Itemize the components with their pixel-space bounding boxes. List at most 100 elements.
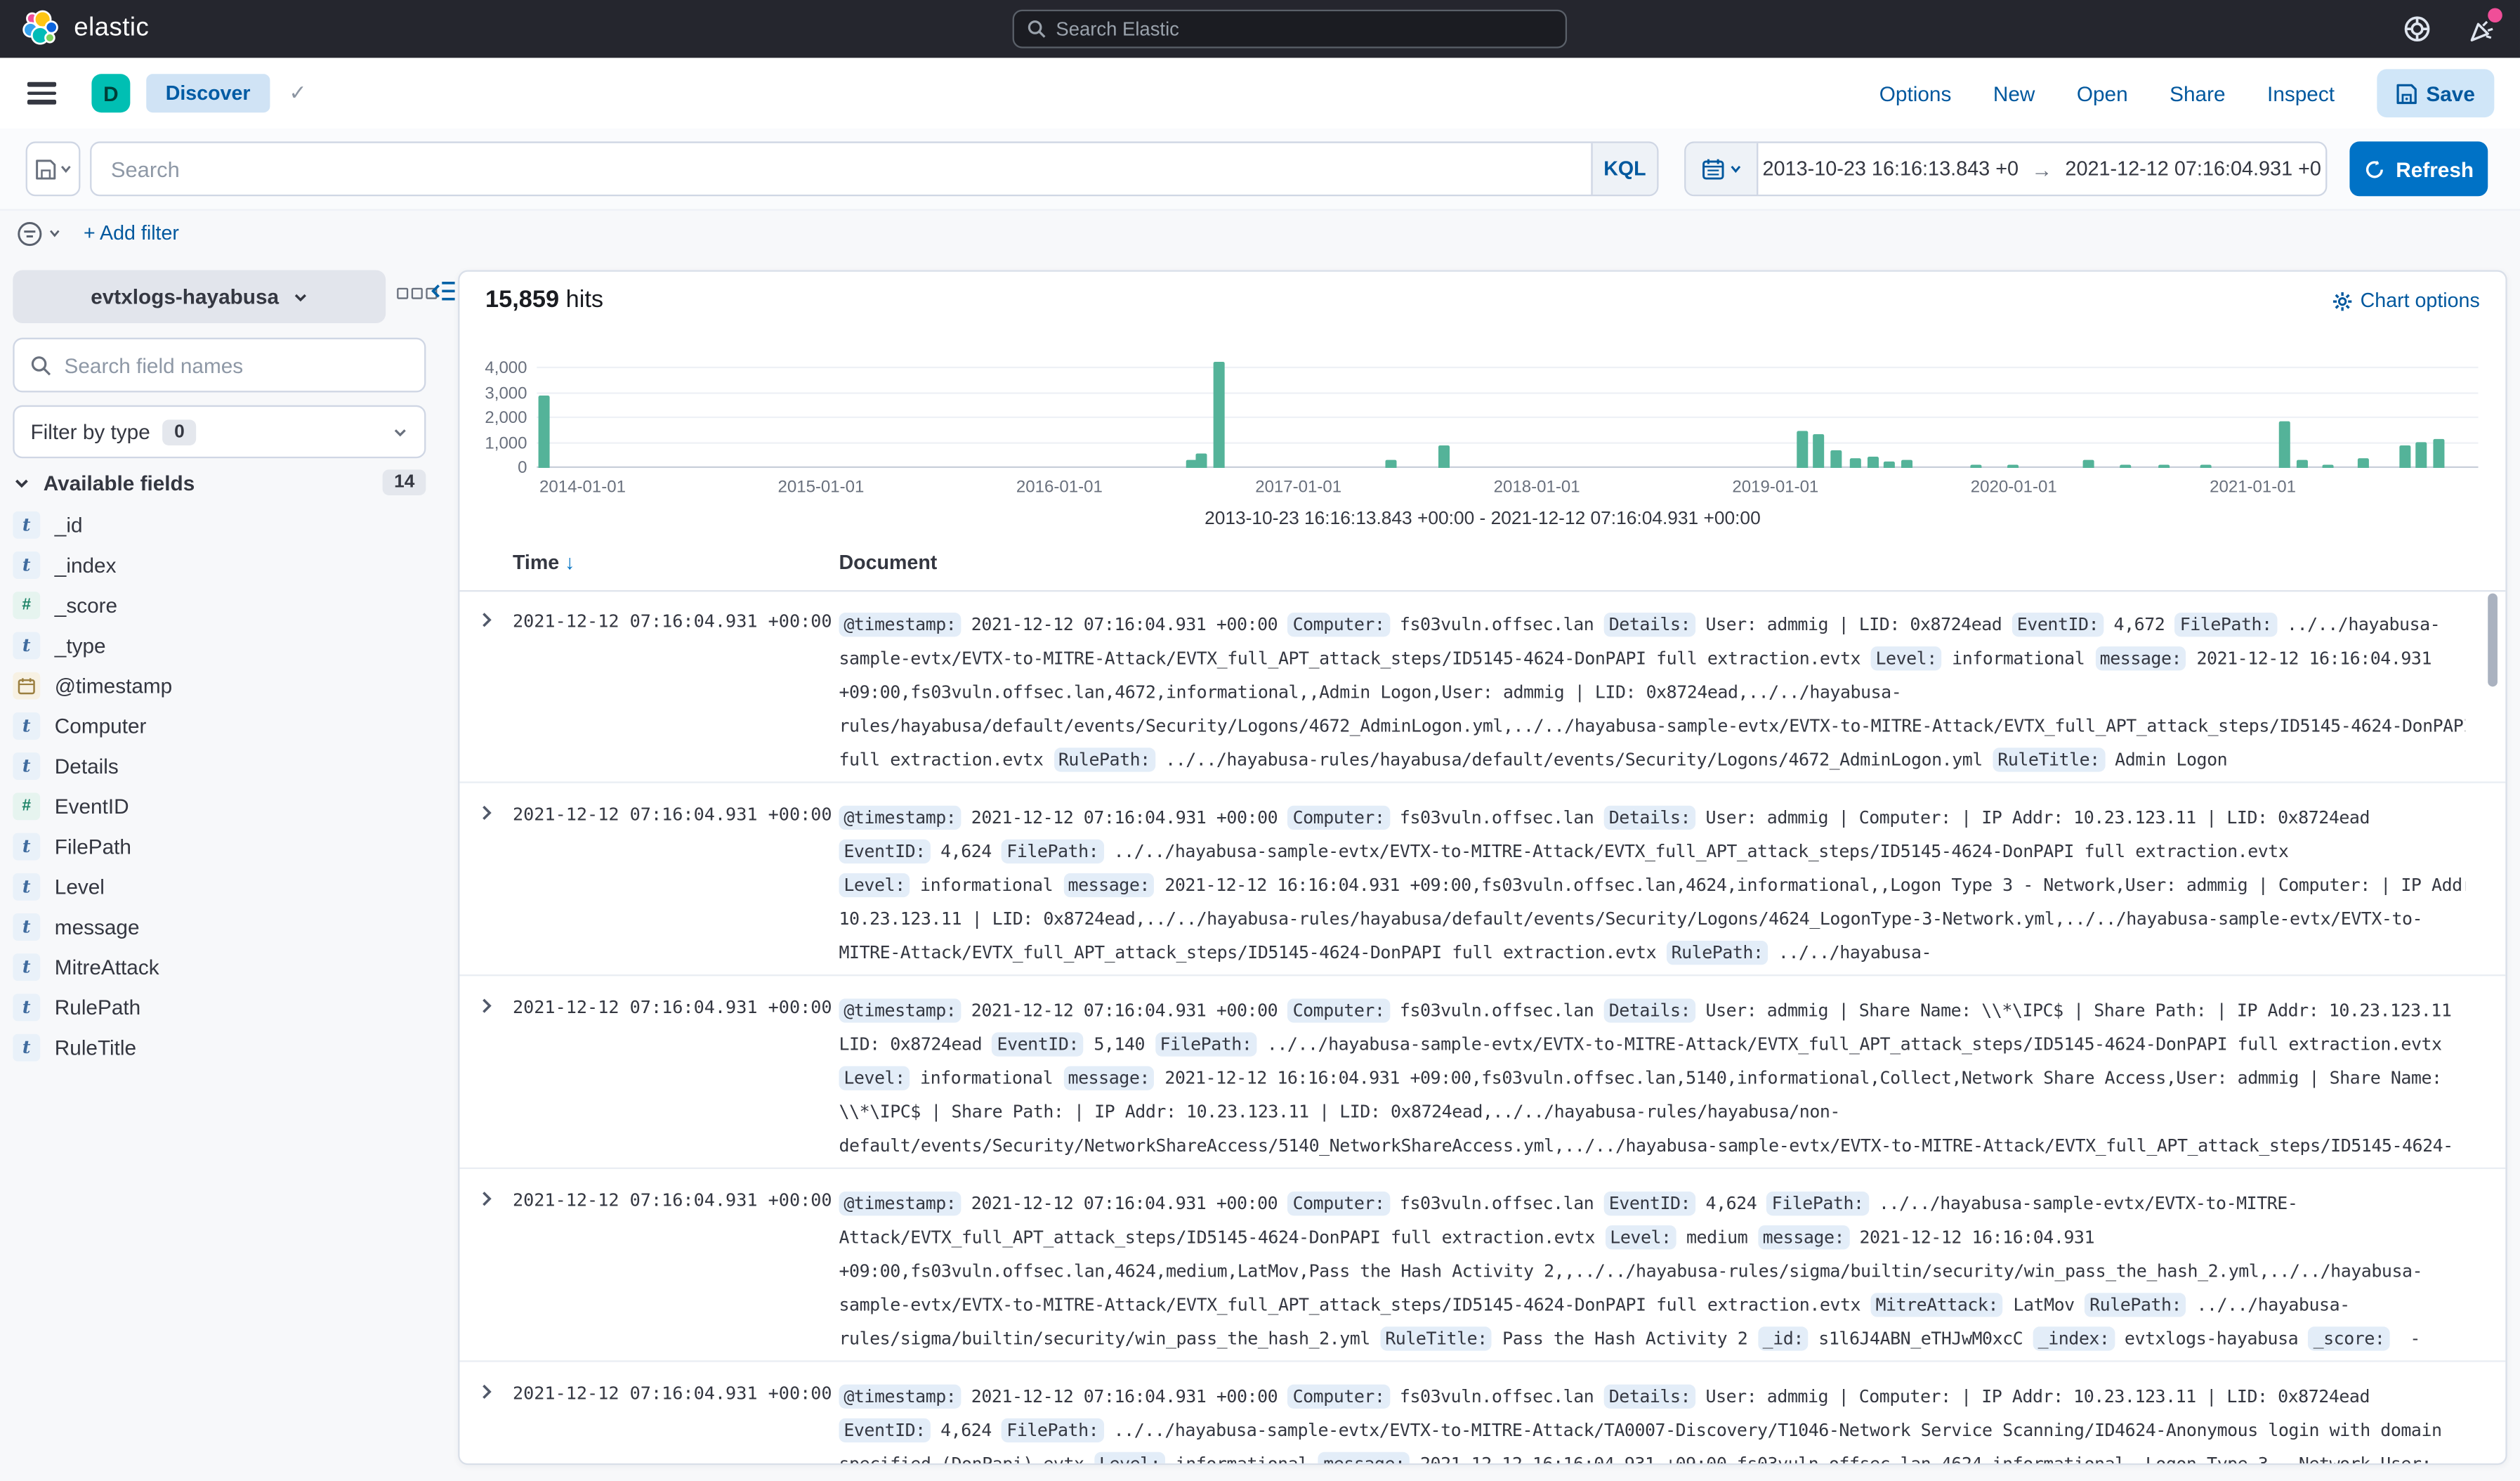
query-language-kql-button[interactable]: KQL	[1591, 143, 1657, 195]
field-item-@timestamp[interactable]: @timestamp	[13, 666, 426, 706]
expand-row-icon[interactable]	[478, 1383, 495, 1400]
histogram-bar[interactable]	[2358, 457, 2369, 468]
field-item-Details[interactable]: tDetails	[13, 746, 426, 786]
histogram-bar[interactable]	[2398, 445, 2410, 468]
histogram-bar[interactable]	[2082, 460, 2094, 468]
help-icon[interactable]	[2403, 15, 2432, 44]
chevron-down-icon[interactable]	[48, 227, 61, 240]
document-cell[interactable]: @timestamp: 2021-12-12 07:16:04.931 +00:…	[839, 1187, 2465, 1355]
histogram-bar[interactable]	[2119, 464, 2130, 468]
x-axis-tick: 2019-01-01	[1732, 478, 1818, 497]
whats-new-icon[interactable]	[2467, 13, 2497, 44]
field-name-pill: message:	[1758, 1225, 1849, 1249]
field-item-FilePath[interactable]: tFilePath	[13, 826, 426, 866]
histogram-bar[interactable]	[1970, 464, 1981, 468]
expand-row-icon[interactable]	[478, 1190, 495, 1208]
table-row: 2021-12-12 07:16:04.931 +00:00 @timestamp…	[459, 590, 2505, 783]
time-cell: 2021-12-12 07:16:04.931 +00:00	[513, 997, 832, 1018]
field-name: message	[55, 915, 140, 939]
add-filter-button[interactable]: + Add filter	[84, 222, 179, 244]
date-end-value[interactable]: 2021-12-12 07:16:04.931 +0	[2065, 157, 2321, 180]
histogram-bar[interactable]	[1438, 445, 1449, 468]
expand-row-icon[interactable]	[478, 804, 495, 821]
menu-icon[interactable]	[27, 82, 56, 104]
histogram-bar[interactable]	[1212, 361, 1223, 468]
filter-by-type-button[interactable]: Filter by type 0	[13, 405, 426, 459]
chart-options-button[interactable]: Chart options	[2331, 289, 2479, 312]
histogram-bar[interactable]	[1813, 434, 1824, 468]
field-item-Computer[interactable]: tComputer	[13, 706, 426, 746]
histogram-bar[interactable]	[2416, 442, 2427, 468]
refresh-button[interactable]: Refresh	[2349, 141, 2488, 196]
date-start-value[interactable]: 2013-10-23 16:16:13.843 +0	[1763, 157, 2019, 180]
histogram-bar[interactable]	[2007, 464, 2018, 468]
field-name: RuleTitle	[55, 1036, 136, 1059]
index-pattern-switcher[interactable]: evtxlogs-hayabusa	[13, 270, 386, 324]
field-item-message[interactable]: tmessage	[13, 907, 426, 947]
field-name-pill: Computer:	[1288, 998, 1390, 1022]
field-item-_score[interactable]: #_score	[13, 585, 426, 625]
document-cell[interactable]: @timestamp: 2021-12-12 07:16:04.931 +00:…	[839, 1380, 2465, 1465]
document-cell[interactable]: @timestamp: 2021-12-12 07:16:04.931 +00:…	[839, 993, 2465, 1162]
elastic-logo[interactable]: elastic	[0, 10, 149, 48]
field-item-_id[interactable]: t_id	[13, 505, 426, 545]
field-name-pill: FilePath:	[1002, 1418, 1103, 1442]
field-item-_index[interactable]: t_index	[13, 545, 426, 585]
share-button[interactable]: Share	[2170, 81, 2225, 105]
histogram-bar[interactable]	[2434, 439, 2445, 468]
collapse-sidebar-icon[interactable]	[431, 280, 457, 302]
document-cell[interactable]: @timestamp: 2021-12-12 07:16:04.931 +00:…	[839, 608, 2465, 776]
field-item-MitreAttack[interactable]: tMitreAttack	[13, 947, 426, 987]
histogram-bar[interactable]	[2323, 464, 2335, 468]
histogram-bar[interactable]	[2200, 464, 2212, 468]
expand-row-icon[interactable]	[478, 611, 495, 629]
available-fields-header[interactable]: Available fields 14	[13, 469, 426, 495]
histogram-bar[interactable]	[1849, 458, 1861, 468]
histogram-bar[interactable]	[1867, 457, 1878, 468]
histogram-bar[interactable]	[1797, 431, 1809, 468]
field-name-pill: RuleTitle:	[1380, 1326, 1492, 1350]
field-item-EventID[interactable]: #EventID	[13, 786, 426, 826]
histogram-bar[interactable]	[1902, 460, 1913, 468]
global-search-input[interactable]: Search Elastic	[1013, 10, 1567, 48]
date-range-picker[interactable]: 2013-10-23 16:16:13.843 +0 → 2021-12-12 …	[1684, 141, 2327, 196]
y-axis-tick: 0	[518, 458, 527, 477]
vertical-scrollbar[interactable]	[2488, 594, 2498, 687]
string-type-icon: t	[13, 552, 40, 579]
histogram-bar[interactable]	[1195, 453, 1207, 468]
save-button[interactable]: Save	[2376, 69, 2494, 117]
field-item-RulePath[interactable]: tRulePath	[13, 987, 426, 1027]
inspect-button[interactable]: Inspect	[2267, 81, 2335, 105]
field-name-pill: EventID:	[992, 1032, 1084, 1056]
field-name-pill: Details:	[1604, 613, 1695, 637]
query-input[interactable]: Search KQL	[90, 141, 1658, 196]
field-name-pill: message:	[2095, 646, 2186, 670]
histogram-chart[interactable]	[537, 358, 2478, 468]
options-button[interactable]: Options	[1879, 81, 1952, 105]
space-avatar[interactable]: D	[91, 74, 130, 112]
open-button[interactable]: Open	[2077, 81, 2128, 105]
document-cell[interactable]: @timestamp: 2021-12-12 07:16:04.931 +00:…	[839, 801, 2465, 970]
histogram-bar[interactable]	[2278, 421, 2290, 468]
time-cell: 2021-12-12 07:16:04.931 +00:00	[513, 611, 832, 632]
histogram-bar[interactable]	[1830, 450, 1842, 468]
histogram-bar[interactable]	[1186, 459, 1197, 468]
new-button[interactable]: New	[1993, 81, 2035, 105]
date-quick-select-button[interactable]	[1686, 143, 1758, 195]
expand-row-icon[interactable]	[478, 997, 495, 1014]
filter-set-icon[interactable]	[16, 219, 44, 247]
breadcrumb-discover[interactable]: Discover	[146, 74, 270, 112]
field-item-RuleTitle[interactable]: tRuleTitle	[13, 1028, 426, 1068]
histogram-bar[interactable]	[2296, 460, 2307, 468]
field-search-input[interactable]: Search field names	[13, 338, 426, 393]
field-item-_type[interactable]: t_type	[13, 625, 426, 665]
field-item-Level[interactable]: tLevel	[13, 867, 426, 907]
saved-query-menu-button[interactable]	[26, 141, 81, 196]
histogram-bar[interactable]	[539, 396, 550, 468]
histogram-bar[interactable]	[2158, 464, 2170, 468]
document-column-header: Document	[839, 552, 937, 574]
time-column-header[interactable]: Time ↓	[513, 552, 575, 574]
histogram-bar[interactable]	[1386, 459, 1397, 468]
date-type-icon	[13, 672, 40, 700]
histogram-bar[interactable]	[1884, 462, 1896, 468]
